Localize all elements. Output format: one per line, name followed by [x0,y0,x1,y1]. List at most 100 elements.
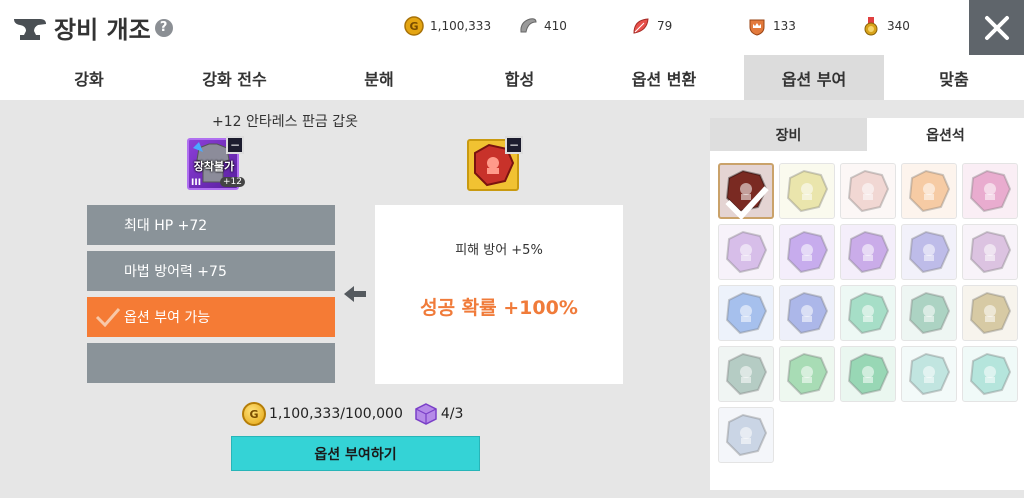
currency-crown: 133 [747,16,796,36]
equipment-name: +12 안타레스 판금 갑옷 [212,114,358,130]
grant-option-button[interactable]: 옵션 부여하기 [231,436,480,471]
tier-label: III [191,178,202,188]
option-stone-icon [786,169,829,213]
currency-leaf: 79 [631,16,672,36]
option-stone-item[interactable] [718,407,774,463]
option-stone-item[interactable] [901,346,957,402]
option-label: 옵션 부여 가능 [124,310,211,326]
option-stone-icon [786,291,829,335]
option-stone-icon [847,230,890,274]
option-stone-icon [908,230,951,274]
option-stone-icon [847,291,890,335]
medal-icon [861,16,881,36]
option-stone-item[interactable] [779,224,835,280]
currency-medal-value: 340 [887,19,910,33]
option-row-grantable[interactable]: 옵션 부여 가능 [87,297,335,337]
check-icon [95,308,121,327]
option-stone-item[interactable] [718,224,774,280]
option-stone-item[interactable] [779,163,835,219]
equipment-remove-button[interactable]: − [226,136,244,154]
option-stone-icon [725,291,768,335]
option-stone-icon [969,230,1012,274]
option-stone-item[interactable] [840,224,896,280]
option-stone-icon [725,230,768,274]
close-button[interactable] [969,0,1024,55]
header: 장비 개조 ? G 1,100,333 410 79 133 340 [0,0,1024,55]
main-tabs: 강화 강화 전수 분해 합성 옵션 변환 옵션 부여 맞춤 [0,55,1024,100]
option-stone-item[interactable] [718,346,774,402]
inventory-tabs: 장비 옵션석 [710,118,1024,151]
option-stone-icon [908,169,951,213]
option-stone-item[interactable] [718,163,774,220]
help-icon[interactable]: ? [154,18,173,37]
tab-disassemble[interactable]: 분해 [314,55,444,100]
option-stone-item[interactable] [962,346,1018,402]
cube-cost: 4/3 [440,406,464,422]
option-stone-icon [786,230,829,274]
crown-shield-icon [747,16,767,36]
title-area: 장비 개조 ? [12,10,173,45]
option-stone-item[interactable] [840,163,896,219]
option-stone-icon [969,352,1012,396]
result-card: 피해 방어 +5% 성공 확률 +100% [375,205,623,384]
gold-cost: 1,100,333/100,000 [269,406,403,422]
option-stone-icon [725,413,768,457]
cube-icon [415,403,437,425]
page-title: 장비 개조 [54,16,151,44]
anvil-icon [12,13,48,43]
currency-leaf-value: 79 [657,19,673,33]
option-stone-icon [725,352,768,396]
gold-coin-icon: G [242,402,266,426]
option-stone-item[interactable] [962,285,1018,341]
silver-horn-icon [518,16,538,36]
tab-option-grant[interactable]: 옵션 부여 [744,55,884,100]
currency-crown-value: 133 [773,19,796,33]
inventory-panel: 장비 옵션석 [710,118,1024,490]
option-stone-item[interactable] [840,285,896,341]
option-stone-icon [969,291,1012,335]
cost-row: G 1,100,333/100,000 4/3 [242,402,463,426]
arrow-left-icon [344,286,366,302]
tab-option-convert[interactable]: 옵션 변환 [592,55,736,100]
option-stone-icon [786,352,829,396]
option-stone-item[interactable] [962,224,1018,280]
stone-remove-button[interactable]: − [505,136,523,154]
option-stone-item[interactable] [718,285,774,341]
tab-synthesize[interactable]: 합성 [447,55,592,100]
currency-gold: G 1,100,333 [404,16,491,36]
selected-check-icon [725,186,769,220]
tab-option-stones[interactable]: 옵션석 [867,118,1024,151]
option-stone-icon [969,169,1012,213]
currency-gold-value: 1,100,333 [430,19,492,33]
option-stone-item[interactable] [779,346,835,402]
option-row[interactable]: 마법 방어력 +75 [87,251,335,291]
success-rate-text: 성공 확률 +100% [420,297,578,319]
option-label: 최대 HP +72 [124,218,208,234]
option-stone-icon [908,291,951,335]
tab-custom[interactable]: 맞춤 [884,55,1024,100]
option-row[interactable]: 최대 HP +72 [87,205,335,245]
currency-silver-value: 410 [544,19,567,33]
close-icon [984,15,1009,40]
gold-coin-icon: G [404,16,424,36]
option-stone-icon [908,352,951,396]
option-stone-item[interactable] [901,163,957,219]
tab-enhance-transfer[interactable]: 강화 전수 [163,55,306,100]
granted-option-text: 피해 방어 +5% [455,243,543,258]
red-leaf-icon [631,16,651,36]
option-row-empty[interactable] [87,343,335,383]
option-stone-item[interactable] [901,224,957,280]
svg-text:G: G [409,20,418,33]
option-stone-item[interactable] [779,285,835,341]
currency-medal: 340 [861,16,910,36]
tab-enhance[interactable]: 강화 [44,55,134,100]
option-stone-item[interactable] [901,285,957,341]
tab-equipment[interactable]: 장비 [710,118,867,151]
option-stone-icon [847,169,890,213]
option-stone-item[interactable] [962,163,1018,219]
option-label: 마법 방어력 +75 [124,264,227,280]
option-stone-icon [847,352,890,396]
enhance-level-badge: +12 [220,177,245,187]
option-stone-item[interactable] [840,346,896,402]
currency-silver: 410 [518,16,567,36]
